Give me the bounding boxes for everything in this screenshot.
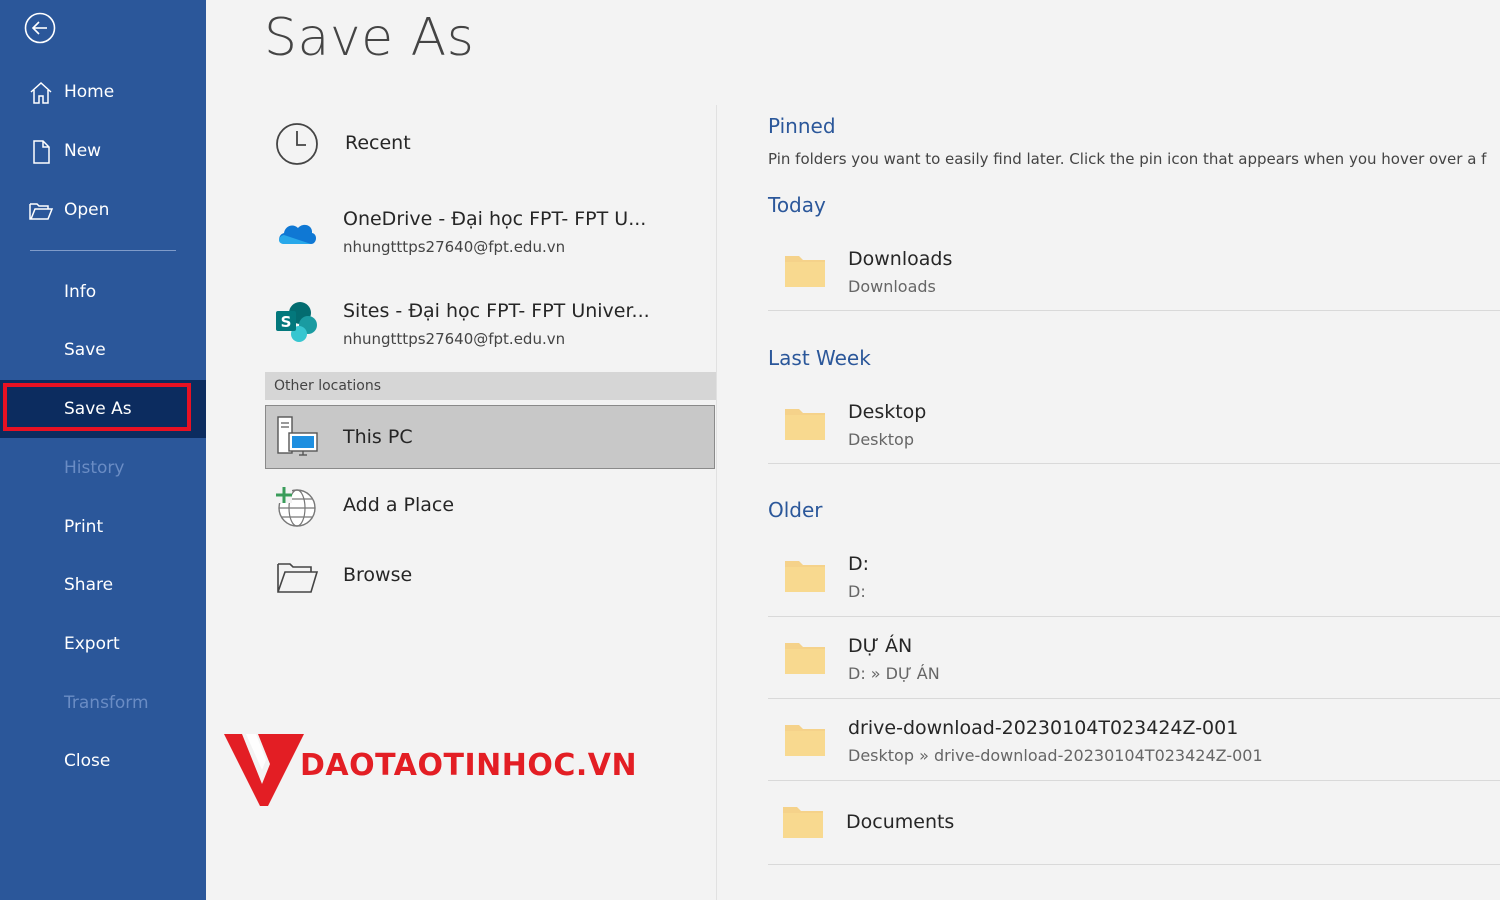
folder-row-d-drive[interactable]: D: D: — [768, 537, 1500, 617]
folder-open-icon — [275, 556, 319, 600]
nav-history: History — [0, 445, 206, 491]
location-browse[interactable]: Browse — [265, 550, 716, 604]
svg-text:S: S — [281, 313, 292, 331]
folder-row-drive-download[interactable]: drive-download-20230104T023424Z-001 Desk… — [768, 701, 1500, 781]
other-locations-header: Other locations — [265, 372, 716, 400]
nav-new[interactable]: New — [0, 128, 206, 174]
last-week-heading: Last Week — [768, 346, 871, 370]
folder-name: DỰ ÁN — [848, 635, 913, 657]
folder-row-downloads[interactable]: Downloads Downloads — [768, 232, 1500, 311]
nav-close[interactable]: Close — [0, 738, 206, 784]
folder-icon — [784, 557, 826, 593]
folder-name: D: — [848, 553, 870, 575]
location-onedrive-label: OneDrive - Đại học FPT- FPT U... — [343, 208, 647, 230]
home-icon — [28, 80, 54, 106]
location-recent-label: Recent — [345, 132, 411, 154]
nav-export-label: Export — [64, 634, 120, 654]
watermark-text: DAOTAOTINHOC.VN — [300, 748, 638, 783]
clock-icon — [275, 122, 319, 166]
sharepoint-icon: S — [275, 300, 319, 344]
globe-add-icon — [275, 484, 319, 528]
location-sites-account: nhungtttps27640@fpt.edu.vn — [343, 330, 566, 348]
older-heading: Older — [768, 498, 823, 522]
folder-path: D: — [848, 582, 866, 601]
folder-path: Desktop » drive-download-20230104T023424… — [848, 746, 1263, 765]
location-recent[interactable]: Recent — [265, 116, 716, 172]
location-add-place-label: Add a Place — [343, 494, 455, 516]
nav-export[interactable]: Export — [0, 621, 206, 667]
nav-save-label: Save — [64, 340, 106, 360]
nav-share[interactable]: Share — [0, 562, 206, 608]
location-browse-label: Browse — [343, 564, 413, 586]
location-add-place[interactable]: Add a Place — [265, 480, 716, 534]
back-arrow-icon[interactable] — [24, 12, 56, 44]
nav-open[interactable]: Open — [0, 187, 206, 233]
page-title: Save As — [264, 8, 475, 68]
folder-path: D: » DỰ ÁN — [848, 664, 940, 683]
nav-info[interactable]: Info — [0, 269, 206, 315]
folder-name: Documents — [846, 811, 955, 833]
location-sites[interactable]: S Sites - Đại học FPT- FPT Univer... nhu… — [265, 292, 716, 360]
folder-name: Downloads — [848, 248, 953, 270]
folder-icon — [782, 803, 824, 839]
location-onedrive[interactable]: OneDrive - Đại học FPT- FPT U... nhungtt… — [265, 200, 716, 268]
folder-path: Desktop — [848, 430, 914, 449]
folder-path: Downloads — [848, 277, 936, 296]
folder-name: Desktop — [848, 401, 927, 423]
open-folder-icon — [28, 198, 54, 224]
nav-new-label: New — [64, 141, 102, 161]
nav-history-label: History — [64, 458, 125, 478]
pinned-heading: Pinned — [768, 114, 836, 138]
folder-icon — [784, 252, 826, 288]
nav-open-label: Open — [64, 200, 110, 220]
folder-icon — [784, 721, 826, 757]
folder-row-desktop[interactable]: Desktop Desktop — [768, 385, 1500, 464]
nav-print-label: Print — [64, 517, 104, 537]
folder-name: drive-download-20230104T023424Z-001 — [848, 717, 1239, 739]
nav-info-label: Info — [64, 282, 97, 302]
nav-save-as-label: Save As — [64, 399, 132, 419]
location-this-pc-label: This PC — [343, 426, 413, 448]
onedrive-cloud-icon — [275, 212, 319, 256]
today-heading: Today — [768, 193, 826, 217]
backstage-sidebar: Home New Open Info Save Save As History … — [0, 0, 206, 900]
nav-print[interactable]: Print — [0, 504, 206, 550]
new-document-icon — [28, 139, 54, 165]
folder-icon — [784, 405, 826, 441]
computer-icon — [275, 415, 319, 459]
column-divider — [716, 105, 717, 900]
daotaotinhoc-watermark-logo: DAOTAOTINHOC.VN — [222, 732, 672, 808]
nav-save-as[interactable]: Save As — [0, 380, 206, 438]
nav-share-label: Share — [64, 575, 114, 595]
nav-save[interactable]: Save — [0, 327, 206, 373]
pinned-description: Pin folders you want to easily find late… — [768, 150, 1487, 168]
location-this-pc[interactable]: This PC — [265, 405, 715, 469]
folder-row-du-an[interactable]: DỰ ÁN D: » DỰ ÁN — [768, 619, 1500, 699]
folder-row-documents[interactable]: Documents — [768, 783, 1500, 865]
nav-home-label: Home — [64, 82, 115, 102]
nav-close-label: Close — [64, 751, 111, 771]
location-onedrive-account: nhungtttps27640@fpt.edu.vn — [343, 238, 566, 256]
location-sites-label: Sites - Đại học FPT- FPT Univer... — [343, 300, 650, 322]
sidebar-divider — [30, 250, 176, 251]
folder-icon — [784, 639, 826, 675]
nav-transform-label: Transform — [64, 693, 149, 713]
nav-transform: Transform — [0, 680, 206, 726]
nav-home[interactable]: Home — [0, 69, 206, 115]
